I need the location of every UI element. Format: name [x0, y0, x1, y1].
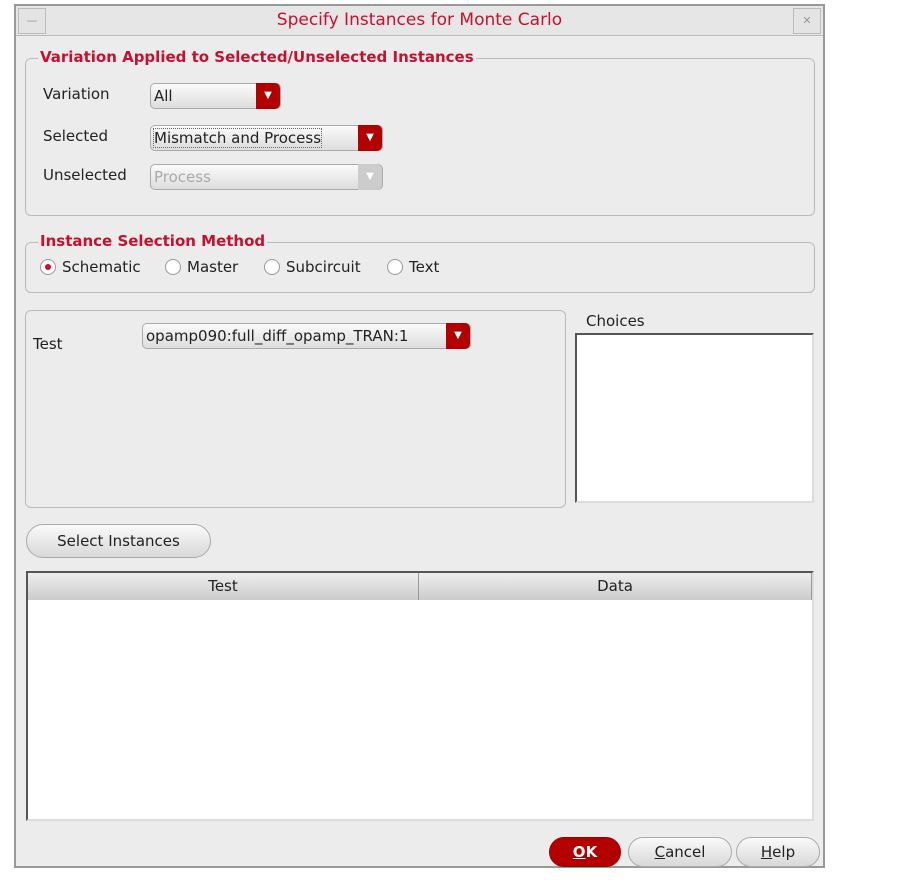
chevron-down-icon: ▼: [446, 323, 470, 349]
radio-icon: [264, 259, 280, 275]
chevron-down-icon: ▼: [256, 83, 280, 109]
help-label: elp: [772, 843, 796, 861]
test-label: Test: [33, 335, 63, 353]
radio-master[interactable]: Master: [165, 258, 238, 276]
close-button[interactable]: ✕: [793, 8, 821, 34]
dialog-title: Specify Instances for Monte Carlo: [276, 10, 563, 30]
variation-value: All: [154, 87, 173, 105]
variation-group: Variation Applied to Selected/Unselected…: [25, 48, 815, 216]
selected-value: Mismatch and Process: [152, 128, 323, 148]
ok-label: K: [585, 843, 598, 861]
selection-method-title: Instance Selection Method: [38, 232, 268, 250]
selection-method-group: Instance Selection Method Schematic Mast…: [25, 232, 815, 293]
ok-mnemonic: O: [572, 843, 586, 861]
instances-table: Test Data: [26, 571, 814, 821]
radio-icon: [40, 259, 56, 275]
radio-label: Subcircuit: [286, 258, 361, 276]
help-button[interactable]: Help: [736, 837, 820, 867]
radio-schematic[interactable]: Schematic: [40, 258, 141, 276]
radio-icon: [165, 259, 181, 275]
test-value: opamp090:full_diff_opamp_TRAN:1: [146, 327, 409, 345]
variation-group-title: Variation Applied to Selected/Unselected…: [38, 48, 476, 66]
selected-dropdown[interactable]: Mismatch and Process ▼: [150, 125, 383, 151]
radio-subcircuit[interactable]: Subcircuit: [264, 258, 361, 276]
choices-list[interactable]: [575, 333, 814, 503]
title-bar: — Specify Instances for Monte Carlo ✕: [16, 6, 823, 36]
unselected-value: Process: [154, 168, 211, 186]
chevron-down-icon: ▼: [358, 125, 382, 151]
monte-carlo-dialog: — Specify Instances for Monte Carlo ✕ Va…: [14, 4, 825, 868]
test-panel: Test opamp090:full_diff_opamp_TRAN:1 ▼: [25, 310, 566, 508]
unselected-label: Unselected: [43, 166, 127, 184]
ok-button[interactable]: OK: [549, 837, 621, 867]
chevron-down-icon: ▼: [358, 164, 382, 190]
select-instances-button[interactable]: Select Instances: [26, 524, 211, 558]
cancel-label: ancel: [665, 843, 706, 861]
column-header-test[interactable]: Test: [28, 573, 419, 600]
variation-label: Variation: [43, 85, 110, 103]
radio-label: Text: [409, 258, 440, 276]
radio-label: Schematic: [62, 258, 141, 276]
test-dropdown[interactable]: opamp090:full_diff_opamp_TRAN:1 ▼: [142, 323, 471, 349]
radio-text[interactable]: Text: [387, 258, 439, 276]
variation-dropdown[interactable]: All ▼: [150, 83, 281, 109]
help-mnemonic: H: [760, 843, 773, 861]
choices-label: Choices: [586, 312, 645, 330]
radio-label: Master: [187, 258, 239, 276]
unselected-dropdown[interactable]: Process ▼: [150, 164, 383, 190]
cancel-button[interactable]: Cancel: [628, 837, 732, 867]
radio-icon: [387, 259, 403, 275]
cancel-mnemonic: C: [654, 843, 666, 861]
column-header-data[interactable]: Data: [419, 573, 812, 600]
selected-label: Selected: [43, 127, 109, 145]
